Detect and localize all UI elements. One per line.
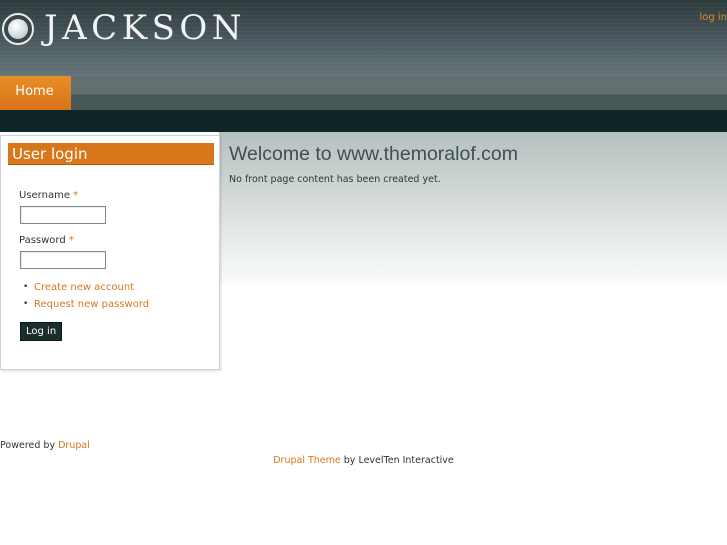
password-field[interactable] [20, 251, 106, 269]
site-name[interactable]: JACKSON [44, 8, 246, 48]
primary-nav: Home [0, 76, 727, 110]
logo-icon[interactable] [2, 13, 34, 45]
login-links-list: Create new account Request new password [23, 281, 149, 315]
request-password-link[interactable]: Request new password [34, 299, 149, 310]
block-title: User login [8, 143, 214, 165]
required-marker: * [68, 235, 74, 246]
header-divider-band [0, 110, 727, 132]
site-header: JACKSON log in [0, 0, 727, 76]
user-login-block: User login Username * Password * Create … [0, 135, 220, 370]
powered-by: Powered by Drupal [0, 440, 90, 451]
username-field[interactable] [20, 206, 106, 224]
theme-credit: Drupal Theme by LevelTen Interactive [273, 455, 454, 466]
list-item: Create new account [23, 281, 149, 298]
list-item: Request new password [23, 298, 149, 315]
page-message: No front page content has been created y… [229, 174, 441, 185]
page-title: Welcome to www.themoralof.com [229, 143, 518, 165]
create-account-link[interactable]: Create new account [34, 282, 134, 293]
password-label: Password * [19, 235, 74, 246]
login-link[interactable]: log in [699, 12, 727, 23]
drupal-link[interactable]: Drupal [58, 440, 90, 451]
required-marker: * [73, 190, 79, 201]
nav-item-home[interactable]: Home [0, 76, 71, 110]
drupal-theme-link[interactable]: Drupal Theme [273, 455, 341, 466]
login-submit-button[interactable]: Log in [20, 322, 63, 341]
username-label: Username * [19, 190, 79, 201]
